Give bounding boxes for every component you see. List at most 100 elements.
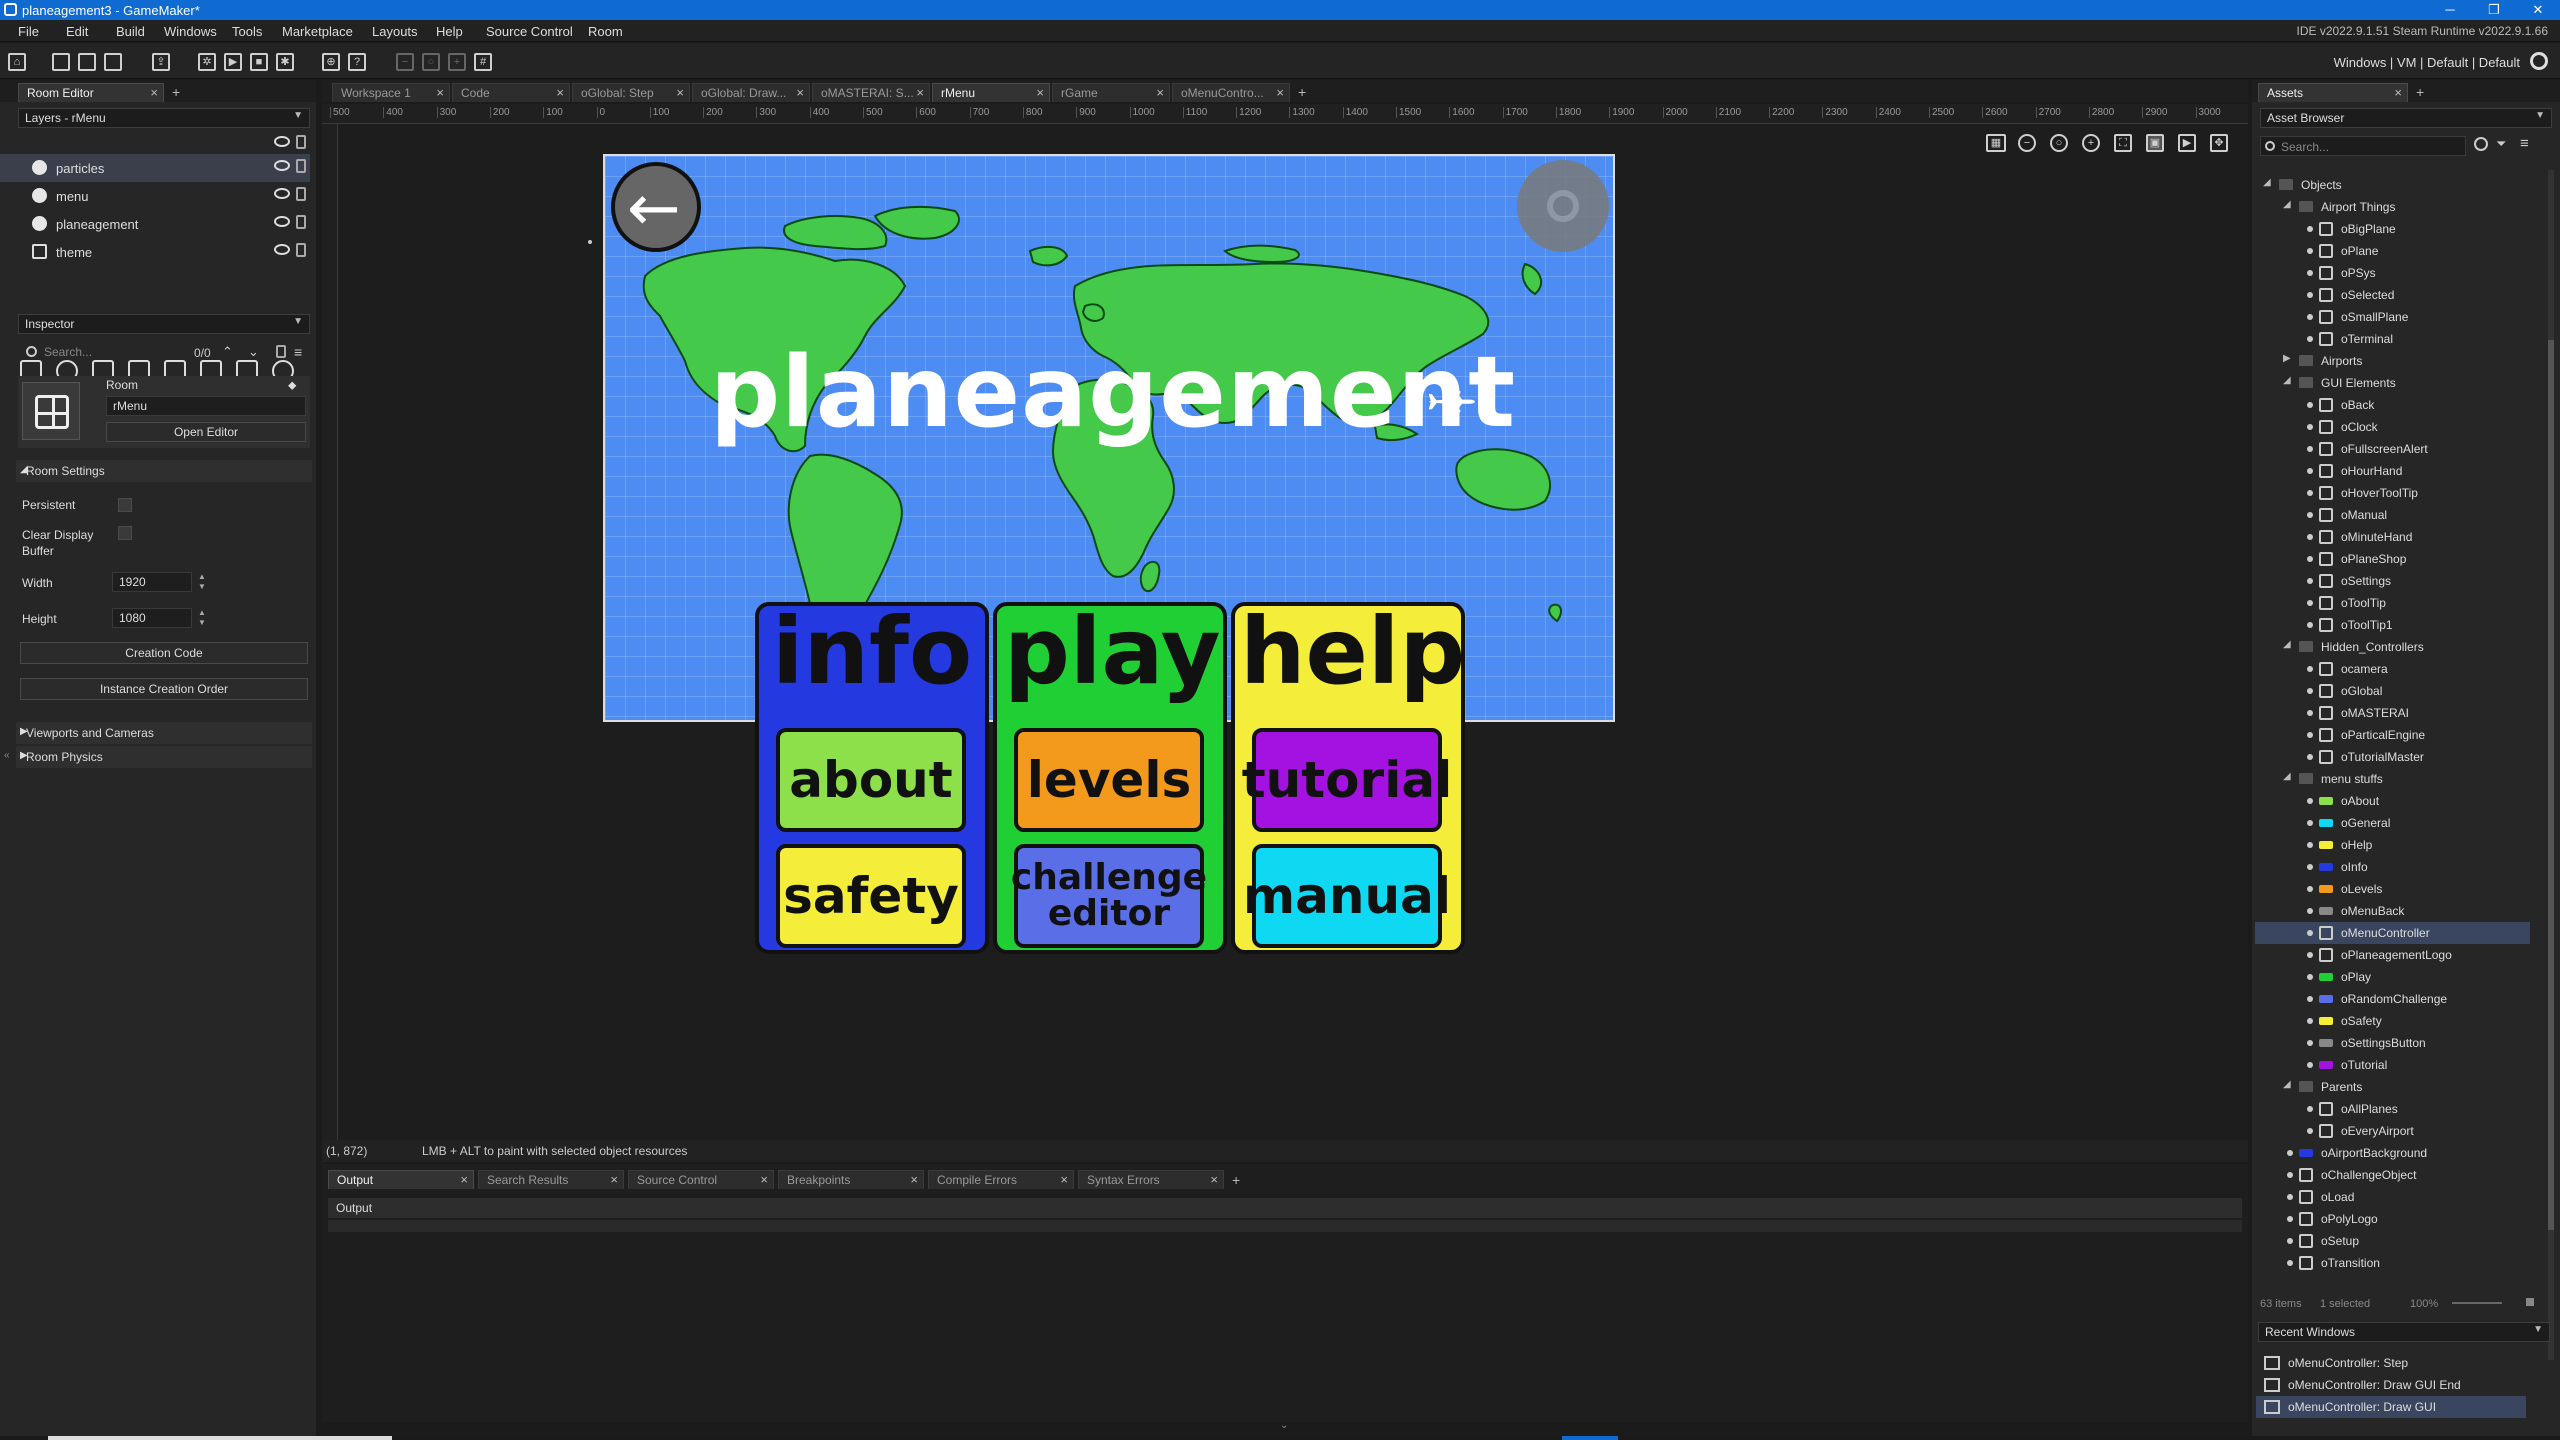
lock-icon[interactable] [276, 345, 286, 358]
asset-folder[interactable]: ◢ menu stuffs [2255, 768, 2530, 790]
layer-theme[interactable]: theme [0, 238, 310, 266]
close-icon[interactable]: × [610, 1172, 618, 1187]
save-project-icon[interactable] [104, 53, 122, 71]
height-stepper[interactable]: ▲ ▼ [198, 608, 206, 628]
tab-omenucontroller[interactable]: oMenuContro... × [1172, 83, 1290, 102]
asset-folder[interactable]: ◢ Objects [2255, 174, 2530, 196]
creation-code-button[interactable]: Creation Code [20, 642, 308, 664]
chevron-down-icon[interactable]: ◢ [2263, 177, 2271, 188]
levels-button[interactable]: levels [1014, 728, 1204, 832]
close-icon[interactable]: × [1276, 85, 1284, 100]
tab-output[interactable]: Output × [328, 1170, 474, 1189]
tab-oglobal-draw[interactable]: oGlobal: Draw... × [692, 83, 810, 102]
run-icon[interactable]: ▶ [224, 53, 242, 71]
chevron-down-icon[interactable]: ◢ [2283, 199, 2291, 210]
layer-planeagement[interactable]: planeagement [0, 210, 310, 238]
inspector-dropdown[interactable]: Inspector ▼ [18, 314, 310, 334]
menu-edit[interactable]: Edit [66, 24, 88, 39]
tab-search-results[interactable]: Search Results × [478, 1170, 624, 1189]
asset-object[interactable]: oEveryAirport [2255, 1120, 2530, 1142]
asset-object[interactable]: oAbout [2255, 790, 2530, 812]
menu-file[interactable]: File [18, 24, 39, 39]
asset-object[interactable]: oBigPlane [2255, 218, 2530, 240]
asset-object[interactable]: oGeneral [2255, 812, 2530, 834]
close-button[interactable]: ✕ [2516, 0, 2560, 20]
width-field[interactable]: 1920 [112, 572, 192, 592]
play-button[interactable]: play [1004, 598, 1221, 705]
close-icon[interactable]: × [1210, 1172, 1218, 1187]
tab-code[interactable]: Code × [452, 83, 570, 102]
asset-object[interactable]: oRandomChallenge [2255, 988, 2530, 1010]
asset-object[interactable]: oInfo [2255, 856, 2530, 878]
tab-compile-errors[interactable]: Compile Errors × [928, 1170, 1074, 1189]
grid-options-icon[interactable]: ▦ [1986, 134, 2006, 152]
zoom-in-icon[interactable]: + [448, 53, 466, 71]
asset-object[interactable]: oPolyLogo [2255, 1208, 2530, 1230]
tab-rgame[interactable]: rGame × [1052, 83, 1170, 102]
asset-scrollbar[interactable] [2548, 170, 2554, 1360]
chevron-right-icon[interactable]: ▶ [2283, 353, 2291, 364]
layers-dropdown[interactable]: Layers - rMenu ▼ [18, 108, 310, 128]
asset-object[interactable]: oMASTERAI [2255, 702, 2530, 724]
planeagement-logo[interactable]: planeagement [710, 336, 1516, 450]
lock-icon[interactable] [296, 215, 306, 229]
asset-folder[interactable]: ◢ Parents [2255, 1076, 2530, 1098]
asset-object[interactable]: oBack [2255, 394, 2530, 416]
asset-object[interactable]: oSetup [2255, 1230, 2530, 1252]
close-icon[interactable]: × [2394, 85, 2402, 100]
close-icon[interactable]: × [796, 85, 804, 100]
lock-icon[interactable] [296, 243, 306, 257]
gear-icon[interactable] [2530, 52, 2548, 70]
recent-window-item[interactable]: oMenuController: Step [2256, 1352, 2526, 1374]
room-name-field[interactable]: rMenu [106, 396, 306, 416]
instance-creation-order-button[interactable]: Instance Creation Order [20, 678, 308, 700]
close-icon[interactable]: × [1060, 1172, 1068, 1187]
asset-object[interactable]: ocamera [2255, 658, 2530, 680]
chevron-down-icon[interactable]: ◢ [2283, 1079, 2291, 1090]
viewports-header[interactable]: ▶ Viewports and Cameras [16, 722, 312, 744]
asset-object[interactable]: oTerminal [2255, 328, 2530, 350]
asset-object[interactable]: oHelp [2255, 834, 2530, 856]
lock-icon[interactable] [296, 159, 306, 173]
asset-folder[interactable]: ▶ Airports [2255, 350, 2530, 372]
asset-search-input[interactable]: Search... [2260, 136, 2466, 156]
tab-source-control[interactable]: Source Control × [628, 1170, 774, 1189]
asset-object[interactable]: oManual [2255, 504, 2530, 526]
tab-assets[interactable]: Assets × [2258, 83, 2408, 102]
asset-object[interactable]: oLoad [2255, 1186, 2530, 1208]
recent-window-item[interactable]: oMenuController: Draw GUI [2256, 1396, 2526, 1418]
asset-object[interactable]: oChallengeObject [2255, 1164, 2530, 1186]
zoom-reset-icon[interactable]: ○ [422, 53, 440, 71]
asset-folder[interactable]: ◢ Airport Things [2255, 196, 2530, 218]
toggle-grid-icon[interactable]: ▣ [2146, 134, 2164, 152]
asset-object[interactable]: oTransition [2255, 1252, 2530, 1274]
asset-object[interactable]: oPlaneagementLogo [2255, 944, 2530, 966]
asset-object[interactable]: oToolTip [2255, 592, 2530, 614]
add-asset-icon[interactable] [2474, 137, 2488, 151]
asset-object[interactable]: oTutorialMaster [2255, 746, 2530, 768]
asset-object[interactable]: oSettings [2255, 570, 2530, 592]
stop-icon[interactable]: ■ [250, 53, 268, 71]
asset-browser-dropdown[interactable]: Asset Browser ▼ [2260, 108, 2552, 128]
asset-object[interactable]: oSelected [2255, 284, 2530, 306]
close-icon[interactable]: × [150, 85, 158, 100]
asset-object[interactable]: oTutorial [2255, 1054, 2530, 1076]
asset-object[interactable]: oPSys [2255, 262, 2530, 284]
asset-object[interactable]: oMenuController [2255, 922, 2530, 944]
asset-object[interactable]: oGlobal [2255, 680, 2530, 702]
menu-marketplace[interactable]: Marketplace [282, 24, 353, 39]
chevron-down-icon[interactable]: ◢ [2283, 771, 2291, 782]
back-button[interactable]: ← [611, 162, 701, 252]
menu-room[interactable]: Room [588, 24, 623, 39]
manual-button[interactable]: manual [1243, 844, 1451, 948]
add-tab-icon[interactable]: + [172, 84, 180, 100]
tab-syntax-errors[interactable]: Syntax Errors × [1078, 1170, 1224, 1189]
tab-breakpoints[interactable]: Breakpoints × [778, 1170, 924, 1189]
tab-oglobal-step[interactable]: oGlobal: Step × [572, 83, 690, 102]
close-icon[interactable]: × [436, 85, 444, 100]
close-icon[interactable]: × [556, 85, 564, 100]
room-settings-header[interactable]: ◢ Room Settings [16, 460, 312, 482]
cursor-icon[interactable]: ✥ [2210, 134, 2228, 152]
safety-button[interactable]: safety [776, 844, 966, 948]
asset-object[interactable]: oAirportBackground [2255, 1142, 2530, 1164]
